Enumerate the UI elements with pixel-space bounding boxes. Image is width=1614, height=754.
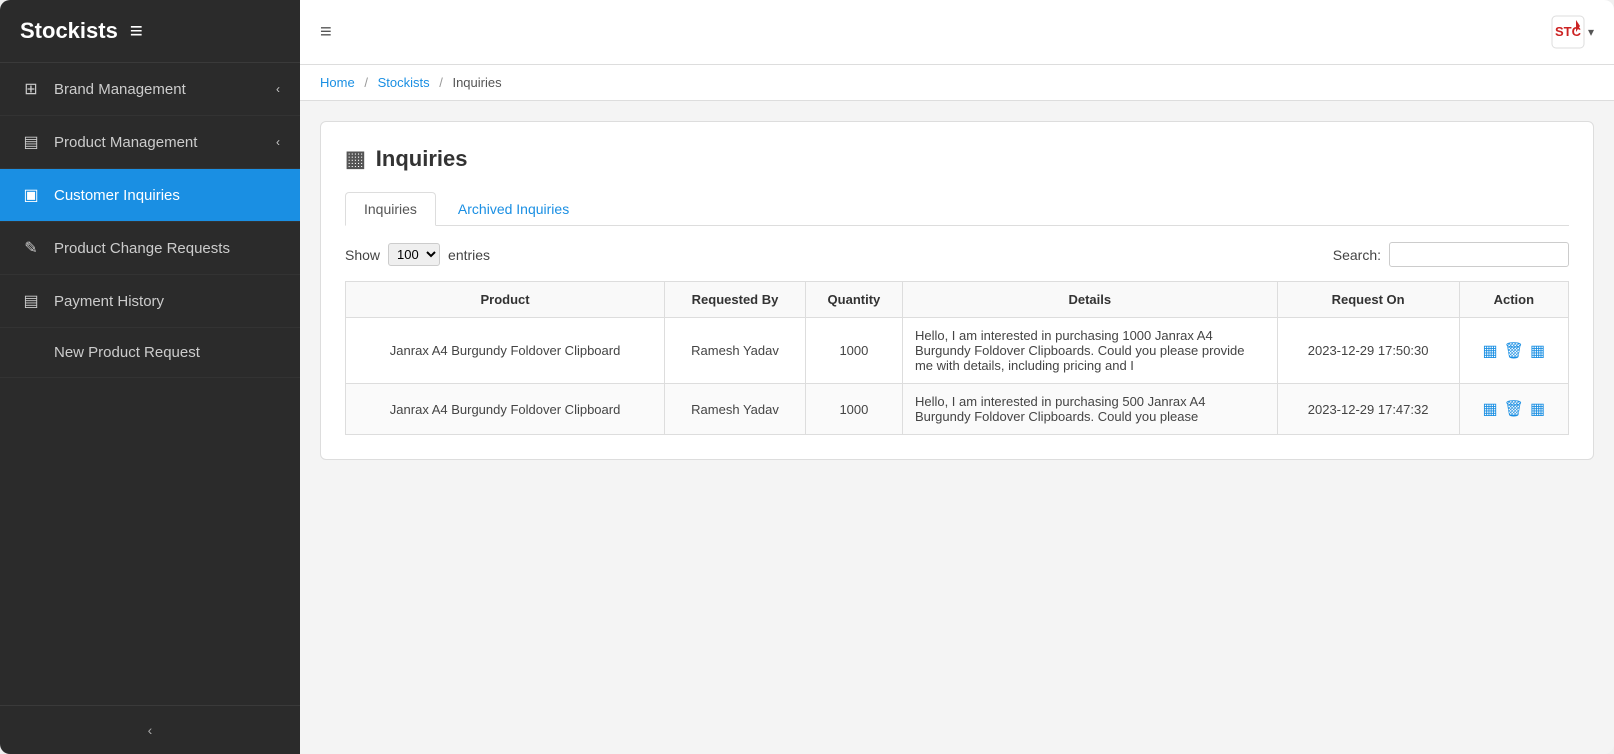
sidebar-item-label: Brand Management xyxy=(54,81,186,98)
breadcrumb-home[interactable]: Home xyxy=(320,75,355,90)
sidebar-item-payment-history[interactable]: ▤ Payment History xyxy=(0,275,300,328)
cell-product: Janrax A4 Burgundy Foldover Clipboard xyxy=(346,384,665,435)
stc-logo-svg: STC xyxy=(1550,14,1586,50)
search-label: Search: xyxy=(1333,247,1381,263)
collapse-icon: ‹ xyxy=(148,722,153,738)
brand-management-icon: ⊞ xyxy=(20,79,42,99)
customer-inquiries-icon: ▣ xyxy=(20,185,42,205)
delete-icon[interactable]: 🗑 xyxy=(1504,341,1524,361)
sidebar-item-product-management[interactable]: ▤ Product Management ‹ xyxy=(0,116,300,169)
search-box: Search: xyxy=(1333,242,1569,267)
table-row: Janrax A4 Burgundy Foldover Clipboard Ra… xyxy=(346,384,1569,435)
sidebar-item-brand-management[interactable]: ⊞ Brand Management ‹ xyxy=(0,63,300,116)
cell-request-on: 2023-12-29 17:50:30 xyxy=(1277,318,1459,384)
cell-product: Janrax A4 Burgundy Foldover Clipboard xyxy=(346,318,665,384)
table-controls: Show 100 10 25 50 entries Search: xyxy=(345,242,1569,267)
tab-archived-inquiries[interactable]: Archived Inquiries xyxy=(440,192,587,225)
stc-logo: STC ▾ xyxy=(1550,14,1594,50)
search-input[interactable] xyxy=(1389,242,1569,267)
sidebar-item-label: Payment History xyxy=(54,293,164,310)
topbar: ≡ STC ▾ xyxy=(300,0,1614,65)
sidebar-collapse-button[interactable]: ‹ xyxy=(0,705,300,754)
breadcrumb-sep2: / xyxy=(439,75,443,90)
tab-inquiries[interactable]: Inquiries xyxy=(345,192,436,226)
menu-icon: ≡ xyxy=(320,21,332,43)
col-requested-by: Requested By xyxy=(665,282,806,318)
breadcrumb: Home / Stockists / Inquiries xyxy=(300,65,1614,101)
chevron-icon: ‹ xyxy=(276,82,280,96)
main-content: ≡ STC ▾ Home / Stockists / Inquiries ▦ xyxy=(300,0,1614,754)
table-body: Janrax A4 Burgundy Foldover Clipboard Ra… xyxy=(346,318,1569,435)
sidebar-item-label: Customer Inquiries xyxy=(54,187,180,204)
page-title: Inquiries xyxy=(376,146,468,172)
sidebar-item-customer-inquiries[interactable]: ▣ Customer Inquiries xyxy=(0,169,300,222)
page-title-row: ▦ Inquiries xyxy=(345,146,1569,172)
sidebar-item-new-product-request[interactable]: New Product Request xyxy=(0,328,300,378)
tabs-container: Inquiries Archived Inquiries xyxy=(345,192,1569,226)
cell-requested-by: Ramesh Yadav xyxy=(665,384,806,435)
page-title-icon: ▦ xyxy=(345,146,366,172)
sidebar-item-label: Product Management xyxy=(54,134,197,151)
topbar-dropdown-arrow[interactable]: ▾ xyxy=(1588,25,1594,39)
breadcrumb-stockists[interactable]: Stockists xyxy=(378,75,430,90)
topbar-menu-button[interactable]: ≡ xyxy=(320,21,332,44)
table-header-row: Product Requested By Quantity Details Re… xyxy=(346,282,1569,318)
archive-icon[interactable]: ▦ xyxy=(1530,399,1545,419)
page-card: ▦ Inquiries Inquiries Archived Inquiries… xyxy=(320,121,1594,460)
sidebar-logo: Stockists ≡ xyxy=(0,0,300,63)
cell-quantity: 1000 xyxy=(805,384,902,435)
entries-select[interactable]: 100 10 25 50 xyxy=(388,243,440,266)
logo-text: Stockists xyxy=(20,18,118,44)
sidebar: Stockists ≡ ⊞ Brand Management ‹ ▤ Produ… xyxy=(0,0,300,754)
breadcrumb-current: Inquiries xyxy=(452,75,501,90)
cell-details: Hello, I am interested in purchasing 100… xyxy=(902,318,1277,384)
cell-request-on: 2023-12-29 17:47:32 xyxy=(1277,384,1459,435)
view-icon[interactable]: ▦ xyxy=(1483,399,1498,419)
inquiries-table: Product Requested By Quantity Details Re… xyxy=(345,281,1569,435)
product-change-requests-icon: ✎ xyxy=(20,238,42,258)
cell-quantity: 1000 xyxy=(805,318,902,384)
breadcrumb-sep1: / xyxy=(364,75,368,90)
cell-action: ▦ 🗑 ▦ xyxy=(1459,318,1568,384)
sidebar-item-label: New Product Request xyxy=(54,344,200,361)
col-action: Action xyxy=(1459,282,1568,318)
archive-icon[interactable]: ▦ xyxy=(1530,341,1545,361)
sidebar-item-label: Product Change Requests xyxy=(54,240,230,257)
col-quantity: Quantity xyxy=(805,282,902,318)
col-product: Product xyxy=(346,282,665,318)
delete-icon[interactable]: 🗑 xyxy=(1504,399,1524,419)
show-label: Show xyxy=(345,247,380,263)
topbar-right: STC ▾ xyxy=(1550,14,1594,50)
cell-requested-by: Ramesh Yadav xyxy=(665,318,806,384)
entries-label: entries xyxy=(448,247,490,263)
show-entries: Show 100 10 25 50 entries xyxy=(345,243,490,266)
payment-history-icon: ▤ xyxy=(20,291,42,311)
cell-action: ▦ 🗑 ▦ xyxy=(1459,384,1568,435)
hamburger-icon[interactable]: ≡ xyxy=(130,18,143,44)
chevron-icon: ‹ xyxy=(276,135,280,149)
content-area: ▦ Inquiries Inquiries Archived Inquiries… xyxy=(300,101,1614,754)
sidebar-item-product-change-requests[interactable]: ✎ Product Change Requests xyxy=(0,222,300,275)
product-management-icon: ▤ xyxy=(20,132,42,152)
view-icon[interactable]: ▦ xyxy=(1483,341,1498,361)
col-details: Details xyxy=(902,282,1277,318)
col-request-on: Request On xyxy=(1277,282,1459,318)
table-row: Janrax A4 Burgundy Foldover Clipboard Ra… xyxy=(346,318,1569,384)
cell-details: Hello, I am interested in purchasing 500… xyxy=(902,384,1277,435)
